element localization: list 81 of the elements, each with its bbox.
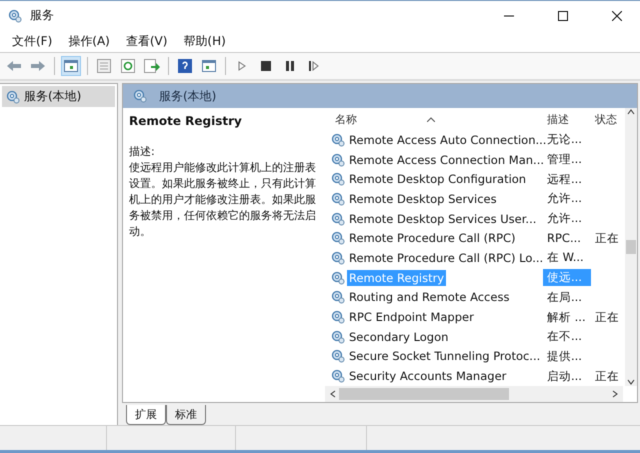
service-name[interactable]: Secondary Logon (347, 328, 450, 345)
service-name[interactable]: RPC Endpoint Mapper (347, 309, 476, 326)
menu-item[interactable]: 帮助(H) (175, 32, 234, 50)
scrollbar-thumb[interactable] (626, 240, 636, 254)
column-header[interactable]: 名称 (335, 112, 357, 126)
stop-icon (261, 61, 271, 71)
left-arrow-icon (6, 60, 22, 72)
gear-icon (331, 330, 345, 344)
service-name[interactable]: Remote Desktop Services User... (347, 210, 538, 227)
resume-icon (309, 61, 319, 71)
refresh-button[interactable] (118, 56, 138, 76)
help-icon[interactable] (175, 56, 195, 76)
export-button[interactable] (142, 56, 162, 76)
properties-button[interactable] (94, 56, 114, 76)
tab[interactable]: 扩展 (126, 405, 166, 425)
tree-item[interactable]: 服务(本地) (2, 86, 115, 107)
service-description: 管理... (546, 151, 583, 168)
service-description: 使远... (543, 269, 591, 286)
description-label: 描述: (129, 144, 156, 160)
horizontal-scrollbar[interactable] (325, 386, 623, 402)
tab[interactable]: 标准 (166, 405, 206, 425)
gear-icon (331, 290, 345, 304)
gear-icon (133, 89, 147, 103)
service-description: 提供... (546, 348, 583, 365)
menu-item[interactable]: 文件(F) (4, 32, 60, 50)
play-icon (238, 61, 246, 71)
service-name[interactable]: Remote Procedure Call (RPC) (347, 230, 518, 246)
app-icon (8, 8, 22, 22)
service-name[interactable]: Remote Desktop Configuration (347, 171, 528, 188)
panel-title: 服务(本地) (159, 88, 216, 104)
service-status: 正在 (594, 310, 620, 325)
service-description: 解析 ... (546, 308, 587, 326)
gear-icon (331, 132, 345, 147)
pause-icon (285, 61, 295, 71)
service-status: 正在 (594, 368, 620, 384)
gear-icon (331, 250, 345, 265)
scroll-down-icon[interactable] (627, 378, 635, 386)
gear-icon (331, 212, 345, 226)
gear-icon (331, 349, 345, 364)
gear-icon (331, 152, 345, 167)
scroll-right-icon[interactable] (611, 390, 619, 398)
service-description: RPC... (546, 230, 582, 246)
gear-icon (331, 231, 345, 246)
scrollbar-thumb[interactable] (339, 388, 509, 400)
gear-icon (6, 90, 20, 104)
service-name[interactable]: Secure Socket Tunneling Protoc... (347, 348, 542, 364)
service-description: 在 W... (546, 249, 585, 266)
column-header[interactable]: 状态 (591, 112, 625, 126)
description-text: 使远程用户能修改此计算机上的注册表设置。如果此服务被终止，只有此计算机上的用户才能修改注册表。如果此服务被禁用，任何依赖它的服务将无法启动。 (129, 160, 317, 240)
gear-icon (331, 192, 345, 206)
service-status: 正在 (594, 230, 620, 246)
service-description: 无论... (546, 131, 583, 148)
sort-icon (427, 116, 435, 122)
service-name[interactable]: Security Accounts Manager (347, 368, 508, 384)
service-name[interactable]: Routing and Remote Access (347, 289, 512, 306)
menu-item[interactable]: 查看(V) (118, 32, 176, 50)
console-tree-button[interactable] (61, 56, 81, 76)
service-name[interactable]: Remote Desktop Services (347, 190, 499, 207)
menu-item[interactable]: 操作(A) (60, 32, 118, 50)
service-description: 在局... (546, 288, 583, 306)
scroll-left-icon[interactable] (329, 390, 337, 398)
service-name[interactable]: Remote Access Connection Man... (347, 152, 546, 168)
gear-icon (331, 369, 345, 384)
scroll-up-icon[interactable] (627, 108, 635, 116)
service-description: 允许... (546, 210, 583, 228)
service-title: Remote Registry (129, 114, 243, 128)
right-arrow-icon (30, 60, 46, 72)
vertical-scrollbar[interactable] (625, 108, 637, 386)
window-title: 服务 (30, 7, 55, 24)
service-description: 远程... (546, 170, 583, 188)
gear-icon (331, 270, 345, 285)
service-name[interactable]: Remote Access Auto Connection... (347, 132, 548, 148)
service-name[interactable]: Remote Procedure Call (RPC) Lo... (347, 250, 546, 266)
gear-icon (331, 310, 345, 324)
column-header[interactable]: 描述 (543, 112, 591, 126)
service-description: 在不... (546, 328, 583, 346)
service-description: 启动... (546, 368, 583, 385)
service-description: 允许... (546, 190, 583, 208)
gear-icon (331, 172, 345, 186)
maximize-icon (558, 10, 568, 20)
close-icon (612, 10, 622, 20)
